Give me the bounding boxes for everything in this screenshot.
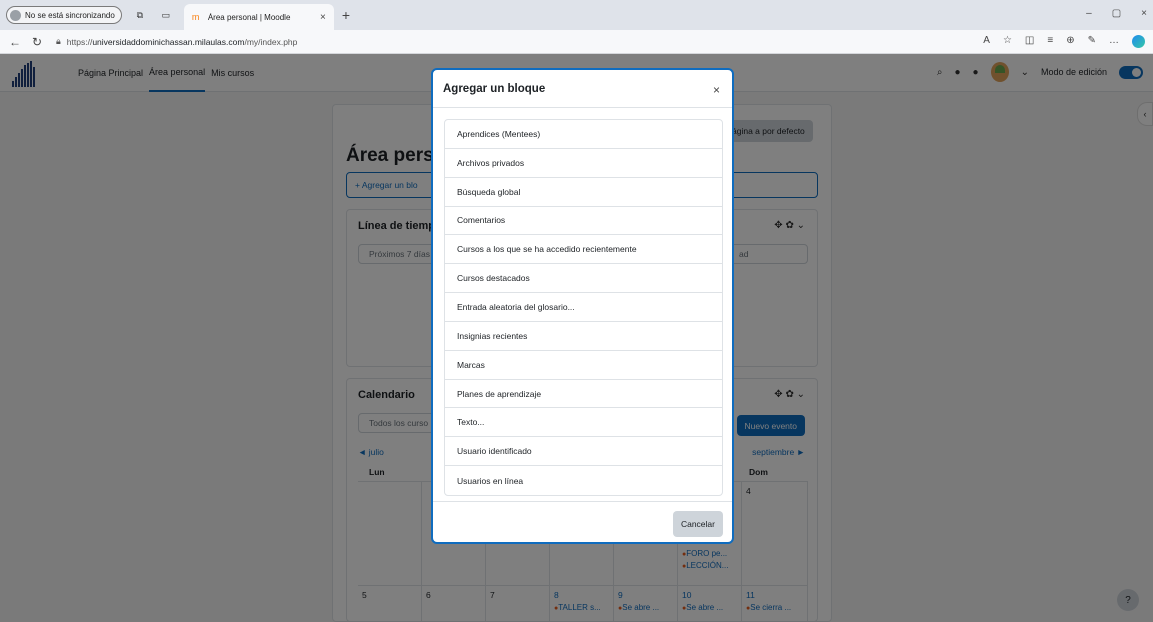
profile-sync-button[interactable]: No se está sincronizando xyxy=(6,6,122,24)
block-option-random-glossary[interactable]: Entrada aleatoria del glosario... xyxy=(445,293,722,322)
block-option-text[interactable]: Texto... xyxy=(445,408,722,438)
block-option-logged-user[interactable]: Usuario identificado xyxy=(445,437,722,467)
new-tab-button[interactable]: + xyxy=(342,7,350,23)
block-option-starred-courses[interactable]: Cursos destacados xyxy=(445,264,722,294)
block-option-tags[interactable]: Marcas xyxy=(445,351,722,380)
block-options-list: Aprendices (Mentees) Archivos privados B… xyxy=(444,119,723,496)
read-aloud-icon[interactable]: A xyxy=(983,35,990,48)
browser-tab-bar: No se está sincronizando ⧉ ▭ m Área pers… xyxy=(0,0,1153,30)
block-option-global-search[interactable]: Búsqueda global xyxy=(445,178,722,207)
browser-toolbar: A ☆ ◫ ≡ ⊕ ✎ … xyxy=(983,35,1145,48)
block-option-comments[interactable]: Comentarios xyxy=(445,207,722,236)
workspaces-icon[interactable]: ⧉ xyxy=(132,7,148,23)
close-icon[interactable]: × xyxy=(713,83,720,97)
block-option-private-files[interactable]: Archivos privados xyxy=(445,149,722,178)
more-options-icon[interactable]: … xyxy=(1109,35,1119,48)
modal-footer-divider xyxy=(433,501,732,502)
block-option-recent-courses[interactable]: Cursos a los que se ha accedido reciente… xyxy=(445,235,722,265)
extensions-icon[interactable]: ✎ xyxy=(1088,35,1096,48)
window-controls: – ▢ × xyxy=(1086,8,1147,19)
address-bar-row: ← ↻ 🔒︎ https://universidaddominichassan.… xyxy=(0,30,1153,54)
url-host: universidaddominichassan.milaulas.com xyxy=(92,36,245,47)
close-window-button[interactable]: × xyxy=(1141,8,1147,19)
url-field[interactable]: 🔒︎ https://universidaddominichassan.mila… xyxy=(56,36,297,47)
url-scheme: https:// xyxy=(66,36,93,47)
block-option-online-users[interactable]: Usuarios en línea xyxy=(445,466,722,495)
back-arrow-icon[interactable]: ← xyxy=(8,35,22,49)
restore-button[interactable]: ▢ xyxy=(1112,8,1121,19)
lock-icon: 🔒︎ xyxy=(56,36,61,46)
refresh-icon[interactable]: ↻ xyxy=(30,35,44,49)
url-path: /my/index.php xyxy=(244,36,298,47)
moodle-favicon-icon: m xyxy=(191,12,200,22)
block-option-recent-badges[interactable]: Insignias recientes xyxy=(445,322,722,351)
browser-tab-active[interactable]: m Área personal | Moodle × xyxy=(183,4,334,30)
tab-actions-icon[interactable]: ▭ xyxy=(158,7,174,23)
add-block-modal: Agregar un bloque × Aprendices (Mentees)… xyxy=(431,68,734,544)
favorite-star-icon[interactable]: ☆ xyxy=(1003,35,1012,48)
tab-close-icon[interactable]: × xyxy=(320,12,326,23)
split-screen-icon[interactable]: ◫ xyxy=(1025,35,1034,48)
profile-icon xyxy=(10,9,21,21)
collections-icon[interactable]: ⊕ xyxy=(1066,35,1074,48)
sync-status-label: No se está sincronizando xyxy=(25,10,115,20)
tab-title: Área personal | Moodle xyxy=(207,12,291,22)
modal-header-divider xyxy=(433,107,732,108)
block-option-mentees[interactable]: Aprendices (Mentees) xyxy=(445,120,722,149)
cancel-button[interactable]: Cancelar xyxy=(672,511,723,537)
modal-title: Agregar un bloque xyxy=(443,83,546,95)
favorites-list-icon[interactable]: ≡ xyxy=(1047,35,1053,48)
minimize-button[interactable]: – xyxy=(1086,8,1092,19)
block-option-learning-plans[interactable]: Planes de aprendizaje xyxy=(445,380,722,409)
copilot-icon[interactable] xyxy=(1132,35,1145,48)
